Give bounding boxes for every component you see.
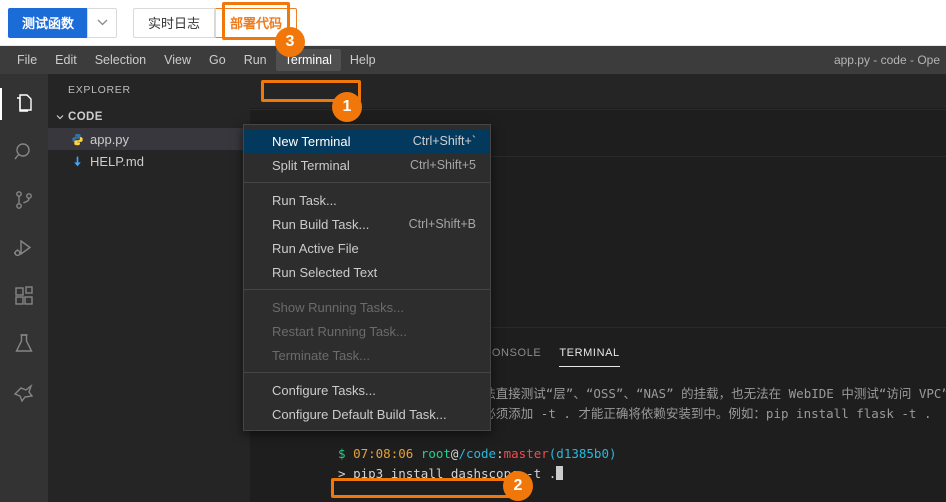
realtime-log-button[interactable]: 实时日志: [133, 7, 216, 38]
test-function-button[interactable]: 测试函数: [8, 7, 88, 38]
menu-item-label: Configure Tasks...: [272, 382, 376, 398]
menu-item-configure-default-build-task[interactable]: Configure Default Build Task...: [244, 402, 490, 426]
menu-item-shortcut: Ctrl+Shift+`: [412, 134, 476, 148]
menu-help[interactable]: Help: [341, 49, 385, 71]
menu-item-label: Terminate Task...: [272, 347, 371, 363]
explorer-title: EXPLORER: [68, 84, 131, 96]
menu-view[interactable]: View: [155, 49, 200, 71]
explorer-file-label: HELP.md: [90, 153, 144, 169]
menu-item-split-terminal[interactable]: Split Terminal Ctrl+Shift+5: [244, 153, 490, 177]
ide-menubar: File Edit Selection View Go Run Terminal…: [0, 46, 946, 74]
prompt-commit: (d1385b0): [548, 446, 617, 461]
markdown-file-icon: [70, 154, 84, 168]
menu-separator: [244, 182, 490, 183]
terminal-cursor: [556, 466, 564, 480]
log-deploy-button-group: 实时日志 部署代码: [133, 7, 298, 38]
explorer-file-app-py[interactable]: app.py: [48, 128, 250, 150]
tab-terminal[interactable]: TERMINAL: [559, 338, 621, 367]
prompt-branch: master: [503, 446, 549, 461]
annotation-badge-1: 1: [332, 92, 362, 122]
menu-item-configure-tasks[interactable]: Configure Tasks...: [244, 378, 490, 402]
menu-item-label: Configure Default Build Task...: [272, 406, 447, 422]
menu-item-label: Restart Running Task...: [272, 323, 407, 339]
menu-item-run-active-file[interactable]: Run Active File: [244, 236, 490, 260]
console-toolbar: 测试函数 实时日志 部署代码: [0, 0, 946, 46]
activity-run-and-debug-icon[interactable]: [0, 224, 48, 272]
menu-item-run-selected-text[interactable]: Run Selected Text: [244, 260, 490, 284]
menu-item-shortcut: Ctrl+Shift+5: [409, 158, 476, 172]
explorer-sidebar: EXPLORER CODE app.py HELP.md: [48, 74, 250, 502]
activity-deploy-truck-icon[interactable]: [0, 368, 48, 416]
web-ide: File Edit Selection View Go Run Terminal…: [0, 46, 946, 502]
menu-item-label: Run Selected Text: [272, 264, 378, 280]
annotation-badge-2: 2: [503, 471, 533, 501]
activity-source-control-branch-icon[interactable]: [0, 176, 48, 224]
menu-item-label: Split Terminal: [272, 157, 350, 173]
test-function-button-group: 测试函数: [8, 7, 118, 38]
menu-item-restart-running-task: Restart Running Task...: [244, 319, 490, 343]
annotation-badge-3: 3: [275, 27, 305, 57]
activity-testing-flask-icon[interactable]: [0, 320, 48, 368]
explorer-file-label: app.py: [90, 131, 130, 147]
chevron-down-icon: [52, 112, 68, 122]
activity-explorer-files-icon[interactable]: [0, 80, 48, 128]
prompt-time: 07:08:06: [353, 446, 414, 461]
explorer-file-help-md[interactable]: HELP.md: [48, 150, 250, 172]
activity-search-icon[interactable]: [0, 128, 48, 176]
menu-file[interactable]: File: [8, 49, 46, 71]
window-title: app.py - code - Ope: [833, 53, 940, 67]
menu-item-shortcut: Ctrl+Shift+B: [408, 217, 476, 231]
menu-item-terminate-task: Terminate Task...: [244, 343, 490, 367]
menu-item-run-task[interactable]: Run Task...: [244, 188, 490, 212]
menu-item-label: New Terminal: [272, 133, 351, 149]
menu-separator: [244, 289, 490, 290]
prompt-dollar: $: [338, 446, 346, 461]
activity-bar: [0, 74, 48, 502]
activity-extensions-blocks-icon[interactable]: [0, 272, 48, 320]
terminal-command-caret: >: [338, 466, 346, 481]
terminal-dropdown-menu: New Terminal Ctrl+Shift+` Split Terminal…: [243, 124, 491, 431]
menu-edit[interactable]: Edit: [46, 49, 86, 71]
menu-go[interactable]: Go: [200, 49, 235, 71]
prompt-colon: :: [496, 446, 504, 461]
python-file-icon: [70, 132, 84, 146]
menu-item-label: Run Active File: [272, 240, 359, 256]
menu-item-label: Run Task...: [272, 192, 337, 208]
menu-run[interactable]: Run: [235, 49, 276, 71]
menu-separator: [244, 372, 490, 373]
menu-item-new-terminal[interactable]: New Terminal Ctrl+Shift+`: [244, 129, 490, 153]
screenshot-root: 测试函数 实时日志 部署代码 File Edit Selection View …: [0, 0, 946, 502]
explorer-root-folder[interactable]: CODE: [48, 106, 250, 128]
menu-selection[interactable]: Selection: [86, 49, 155, 71]
prompt-user: root: [420, 446, 451, 461]
chevron-down-icon: [97, 19, 108, 26]
explorer-root-folder-label: CODE: [68, 111, 103, 123]
prompt-path: /code: [458, 446, 497, 461]
menu-item-label: Show Running Tasks...: [272, 299, 404, 315]
menu-item-run-build-task[interactable]: Run Build Task... Ctrl+Shift+B: [244, 212, 490, 236]
test-function-dropdown-button[interactable]: [87, 7, 118, 38]
menu-item-label: Run Build Task...: [272, 216, 370, 232]
menu-item-show-running-tasks: Show Running Tasks...: [244, 295, 490, 319]
